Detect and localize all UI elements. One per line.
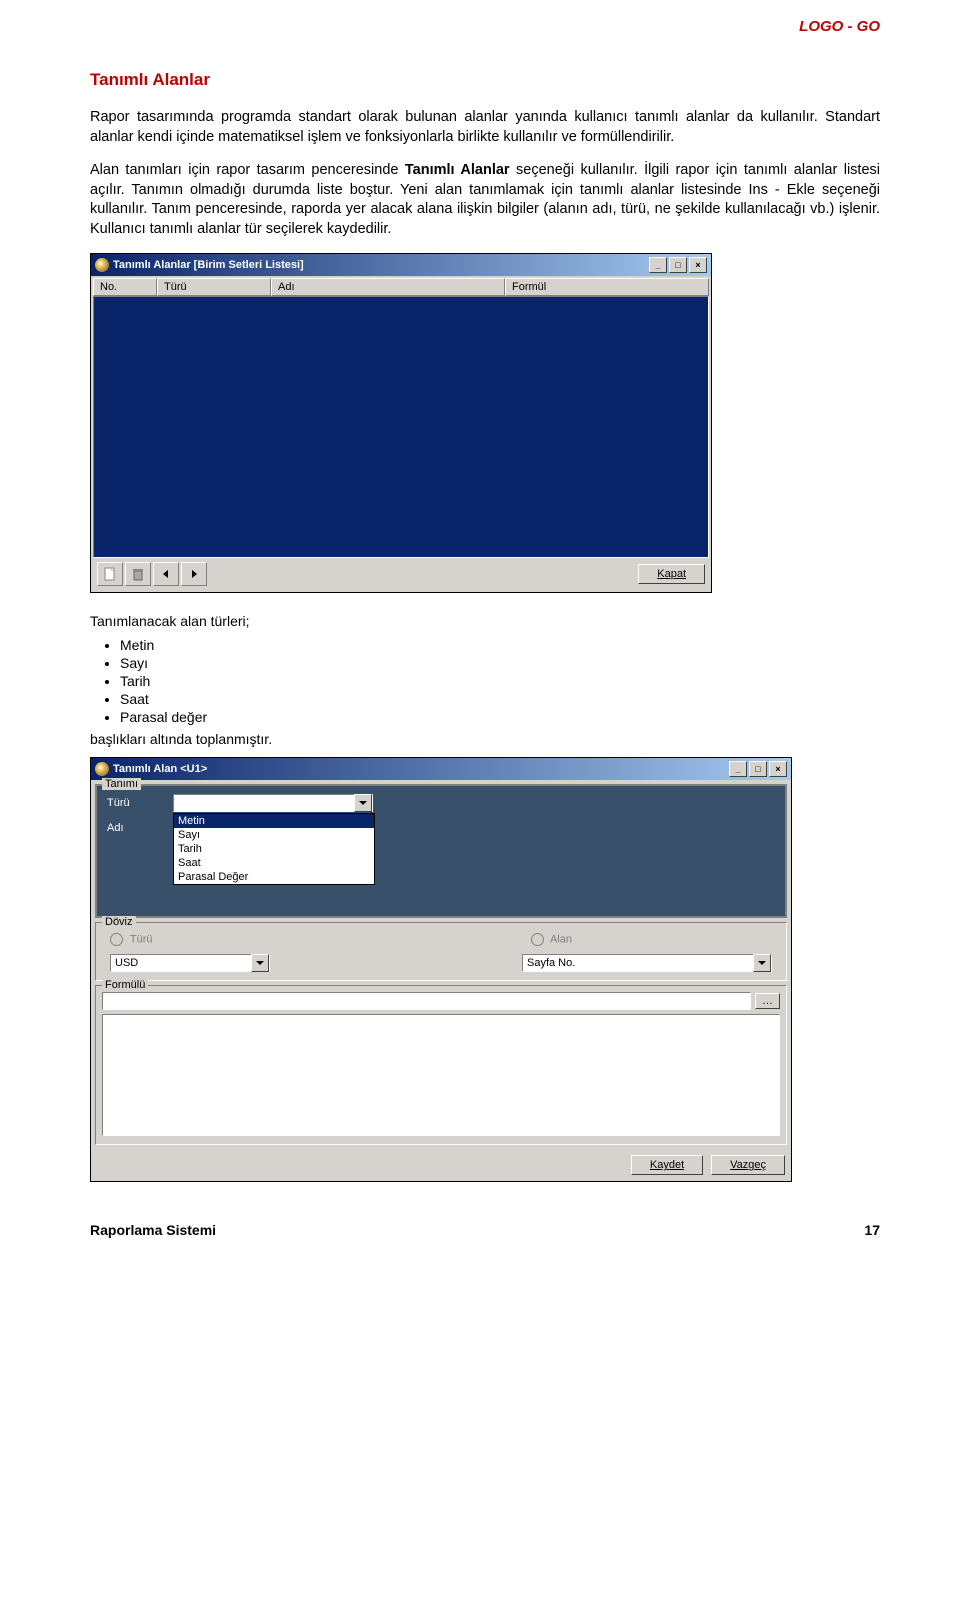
col-adi[interactable]: Adı: [271, 278, 505, 296]
radio-turu-wrap[interactable]: Türü: [110, 933, 152, 946]
radio-icon: [531, 933, 544, 946]
option-parasal[interactable]: Parasal Değer: [174, 870, 374, 884]
delete-icon-button[interactable]: [125, 562, 151, 586]
window-tanimli-alanlar-list: Tanımlı Alanlar [Birim Setleri Listesi] …: [90, 253, 712, 593]
option-metin[interactable]: Metin: [174, 814, 374, 828]
titlebar: Tanımlı Alanlar [Birim Setleri Listesi] …: [91, 254, 711, 276]
type-list: Metin Sayı Tarih Saat Parasal değer: [120, 637, 880, 725]
para2-bold: Tanımlı Alanlar: [405, 162, 510, 178]
type-item: Parasal değer: [120, 709, 880, 725]
titlebar-2: Tanımlı Alan <U1> _ □ ×: [91, 758, 791, 780]
type-item: Sayı: [120, 655, 880, 671]
formula-area[interactable]: [102, 1014, 780, 1136]
turu-combobox[interactable]: Metin Metin Sayı Tarih Saat Parasal Değe…: [173, 794, 373, 812]
radio-alan-label: Alan: [550, 934, 572, 946]
radio-icon: [110, 933, 123, 946]
kapat-label: Kapat: [657, 568, 686, 580]
alan-combobox[interactable]: Sayfa No.: [522, 954, 772, 972]
chevron-down-icon[interactable]: [354, 794, 372, 812]
grid-header: No. Türü Adı Formül: [93, 278, 709, 296]
close-button[interactable]: ×: [769, 761, 787, 777]
footer-page-no: 17: [864, 1222, 880, 1238]
new-icon-button[interactable]: [97, 562, 123, 586]
kapat-button[interactable]: Kapat: [638, 564, 705, 584]
prev-icon-button[interactable]: [153, 562, 179, 586]
label-turu: Türü: [107, 797, 167, 809]
type-item: Saat: [120, 691, 880, 707]
minimize-button[interactable]: _: [649, 257, 667, 273]
types-intro: Tanımlanacak alan türleri;: [90, 613, 880, 629]
maximize-button[interactable]: □: [749, 761, 767, 777]
option-tarih[interactable]: Tarih: [174, 842, 374, 856]
vazgec-label: Vazgeç: [730, 1159, 766, 1171]
col-no[interactable]: No.: [93, 278, 157, 296]
minimize-button[interactable]: _: [729, 761, 747, 777]
next-icon-button[interactable]: [181, 562, 207, 586]
group-tanimi: Tanımı Türü Metin Metin Sayı Tarih Saat …: [95, 784, 787, 918]
doviz-combobox[interactable]: USD: [110, 954, 270, 972]
footer-left: Raporlama Sistemi: [90, 1222, 216, 1238]
close-button[interactable]: ×: [689, 257, 707, 273]
type-item: Tarih: [120, 673, 880, 689]
window-tanimli-alan-edit: Tanımlı Alan <U1> _ □ × Tanımı Türü Meti…: [90, 757, 792, 1182]
option-saat[interactable]: Saat: [174, 856, 374, 870]
group-tanimi-label: Tanımı: [102, 778, 141, 790]
chevron-down-icon[interactable]: [251, 954, 269, 972]
radio-turu-label: Türü: [130, 934, 153, 946]
label-adi: Adı: [107, 822, 167, 834]
turu-dropdown[interactable]: Metin Sayı Tarih Saat Parasal Değer: [173, 813, 375, 885]
group-formulu: Formülü …: [95, 985, 787, 1145]
app-icon: [95, 258, 109, 272]
chevron-down-icon[interactable]: [753, 954, 771, 972]
header-brand: LOGO - GO: [799, 18, 880, 35]
kaydet-button[interactable]: Kaydet: [631, 1155, 703, 1175]
maximize-button[interactable]: □: [669, 257, 687, 273]
formula-input[interactable]: [102, 992, 751, 1010]
group-formulu-label: Formülü: [102, 979, 148, 991]
para2-a: Alan tanımları için rapor tasarım pencer…: [90, 162, 405, 178]
app-icon: [95, 762, 109, 776]
grid-body[interactable]: [93, 296, 709, 558]
doviz-value: USD: [115, 957, 138, 969]
section-title: Tanımlı Alanlar: [90, 70, 880, 90]
col-formul[interactable]: Formül: [505, 278, 709, 296]
paragraph-2: Alan tanımları için rapor tasarım pencer…: [90, 161, 880, 239]
radio-alan-wrap[interactable]: Alan: [531, 933, 572, 946]
group-doviz-label: Döviz: [102, 916, 136, 928]
option-sayi[interactable]: Sayı: [174, 828, 374, 842]
window-title: Tanımlı Alanlar [Birim Setleri Listesi]: [113, 259, 304, 271]
window2-title: Tanımlı Alan <U1>: [113, 763, 207, 775]
vazgec-button[interactable]: Vazgeç: [711, 1155, 785, 1175]
type-item: Metin: [120, 637, 880, 653]
formula-ellipsis-button[interactable]: …: [755, 993, 780, 1009]
alan-value: Sayfa No.: [527, 957, 575, 969]
types-after: başlıkları altında toplanmıştır.: [90, 731, 880, 747]
group-doviz: Döviz Türü Alan USD Sayfa: [95, 922, 787, 981]
col-turu[interactable]: Türü: [157, 278, 271, 296]
page-footer: Raporlama Sistemi 17: [90, 1222, 880, 1238]
kaydet-label: Kaydet: [650, 1159, 684, 1171]
paragraph-1: Rapor tasarımında programda standart ola…: [90, 108, 880, 147]
turu-value: Metin: [178, 797, 205, 809]
